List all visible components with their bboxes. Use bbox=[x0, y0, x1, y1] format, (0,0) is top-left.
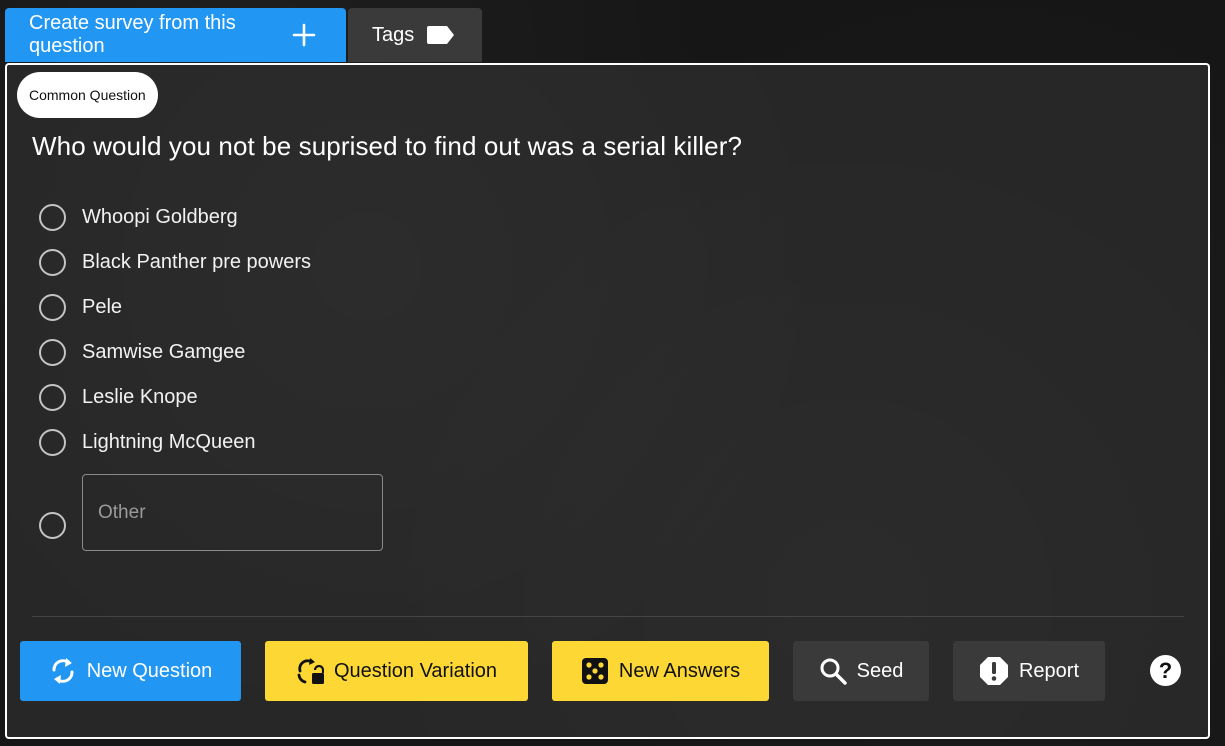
answer-label: Whoopi Goldberg bbox=[82, 206, 238, 228]
plus-icon bbox=[292, 23, 316, 47]
create-survey-label: Create survey from this question bbox=[29, 12, 236, 57]
answer-option[interactable]: Whoopi Goldberg bbox=[39, 195, 311, 240]
tags-label: Tags bbox=[372, 23, 415, 46]
radio-button[interactable] bbox=[39, 294, 66, 321]
answer-option[interactable]: Leslie Knope bbox=[39, 375, 311, 420]
other-answer-input[interactable] bbox=[82, 474, 383, 551]
warning-octagon-icon bbox=[979, 656, 1009, 686]
radio-button[interactable] bbox=[39, 384, 66, 411]
tags-button[interactable]: Tags bbox=[348, 8, 483, 62]
answer-options: Whoopi Goldberg Black Panther pre powers… bbox=[39, 195, 311, 465]
answer-label: Pele bbox=[82, 296, 123, 318]
answer-option[interactable]: Pele bbox=[39, 285, 311, 330]
question-text: Who would you not be suprised to find ou… bbox=[32, 131, 743, 161]
tag-icon bbox=[426, 24, 456, 46]
new-question-button[interactable]: New Question bbox=[20, 641, 241, 701]
create-survey-button[interactable]: Create survey from this question bbox=[5, 8, 346, 62]
radio-button[interactable] bbox=[39, 429, 66, 456]
answer-label: Samwise Gamgee bbox=[82, 341, 246, 363]
report-label: Report bbox=[1018, 659, 1080, 682]
seed-label: Seed bbox=[856, 659, 904, 682]
new-answers-button[interactable]: New Answers bbox=[552, 641, 769, 701]
refresh-icon bbox=[49, 656, 77, 686]
radio-button[interactable] bbox=[39, 204, 66, 231]
help-icon[interactable]: ? bbox=[1150, 655, 1181, 686]
new-answers-label: New Answers bbox=[618, 659, 741, 682]
other-option bbox=[39, 474, 383, 551]
answer-label: Leslie Knope bbox=[82, 386, 198, 408]
new-question-label: New Question bbox=[86, 659, 213, 682]
report-button[interactable]: Report bbox=[953, 641, 1105, 701]
question-card: Common Question Who would you not be sup… bbox=[5, 63, 1210, 739]
answer-label: Lightning McQueen bbox=[82, 431, 256, 453]
dice-icon bbox=[581, 657, 609, 685]
action-bar: New Question Question Variation New Answ… bbox=[20, 641, 1208, 701]
question-variation-button[interactable]: Question Variation bbox=[265, 641, 528, 701]
divider bbox=[32, 616, 1184, 617]
other-radio-button[interactable] bbox=[39, 512, 66, 539]
variation-lock-icon bbox=[296, 656, 324, 686]
radio-button[interactable] bbox=[39, 249, 66, 276]
answer-label: Black Panther pre powers bbox=[82, 251, 312, 273]
answer-option[interactable]: Samwise Gamgee bbox=[39, 330, 311, 375]
seed-button[interactable]: Seed bbox=[793, 641, 929, 701]
search-icon bbox=[819, 657, 847, 685]
top-tab-bar: Create survey from this question Tags bbox=[5, 8, 483, 62]
question-variation-label: Question Variation bbox=[333, 659, 498, 682]
common-question-badge: Common Question bbox=[17, 72, 158, 118]
answer-option[interactable]: Black Panther pre powers bbox=[39, 240, 311, 285]
answer-option[interactable]: Lightning McQueen bbox=[39, 420, 311, 465]
radio-button[interactable] bbox=[39, 339, 66, 366]
